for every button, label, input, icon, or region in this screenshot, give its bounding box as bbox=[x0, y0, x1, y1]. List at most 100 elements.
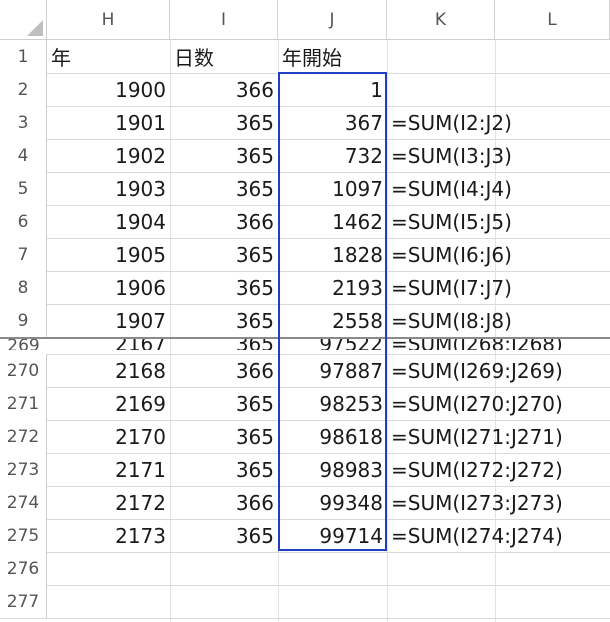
cell-j9[interactable]: 2558 bbox=[278, 304, 387, 337]
cell-j1[interactable]: 年開始 bbox=[278, 40, 387, 73]
cell-i5[interactable]: 365 bbox=[170, 172, 278, 205]
cell-h9[interactable]: 1907 bbox=[47, 304, 170, 337]
cell-j8[interactable]: 2193 bbox=[278, 271, 387, 304]
cell-j269-partial: 97522 bbox=[278, 338, 387, 350]
cell-h275[interactable]: 2173 bbox=[47, 519, 170, 552]
cell-k6[interactable]: =SUM(I5:J5) bbox=[387, 205, 512, 238]
cell-i9[interactable]: 365 bbox=[170, 304, 278, 337]
cell-i275[interactable]: 365 bbox=[170, 519, 278, 552]
cell-j6[interactable]: 1462 bbox=[278, 205, 387, 238]
cell-i7[interactable]: 365 bbox=[170, 238, 278, 271]
cell-h276[interactable] bbox=[47, 552, 170, 585]
cell-k3[interactable]: =SUM(I2:J2) bbox=[387, 106, 512, 139]
row-header-270[interactable]: 270 bbox=[0, 354, 47, 387]
cell-i277[interactable] bbox=[170, 585, 278, 618]
cell-i269-text: 365 bbox=[235, 338, 274, 350]
column-header-l[interactable]: L bbox=[495, 0, 610, 40]
row-header-273[interactable]: 273 bbox=[0, 453, 47, 486]
cell-i1[interactable]: 日数 bbox=[170, 40, 278, 73]
cell-i3[interactable]: 365 bbox=[170, 106, 278, 139]
cell-h271[interactable]: 2169 bbox=[47, 387, 170, 420]
cell-i276[interactable] bbox=[170, 552, 278, 585]
row-header-275[interactable]: 275 bbox=[0, 519, 47, 552]
cell-i273[interactable]: 365 bbox=[170, 453, 278, 486]
cell-h1[interactable]: 年 bbox=[47, 40, 170, 73]
row-header-272[interactable]: 272 bbox=[0, 420, 47, 453]
row-header-9[interactable]: 9 bbox=[0, 304, 47, 337]
cell-k273[interactable]: =SUM(I272:J272) bbox=[387, 453, 563, 486]
cell-h7[interactable]: 1905 bbox=[47, 238, 170, 271]
row-header-8[interactable]: 8 bbox=[0, 271, 47, 304]
cell-h273[interactable]: 2171 bbox=[47, 453, 170, 486]
cell-j273[interactable]: 98983 bbox=[278, 453, 387, 486]
cell-h4[interactable]: 1902 bbox=[47, 139, 170, 172]
cell-j274[interactable]: 99348 bbox=[278, 486, 387, 519]
cell-h269-text: 2167 bbox=[115, 338, 166, 350]
cell-h270[interactable]: 2168 bbox=[47, 354, 170, 387]
column-header-j[interactable]: J bbox=[278, 0, 387, 40]
column-header-i[interactable]: I bbox=[170, 0, 278, 40]
cell-i271[interactable]: 365 bbox=[170, 387, 278, 420]
cell-h5[interactable]: 1903 bbox=[47, 172, 170, 205]
cell-j3[interactable]: 367 bbox=[278, 106, 387, 139]
cell-j7[interactable]: 1828 bbox=[278, 238, 387, 271]
row-header-6[interactable]: 6 bbox=[0, 205, 47, 238]
cell-i2[interactable]: 366 bbox=[170, 73, 278, 106]
cell-j275[interactable]: 99714 bbox=[278, 519, 387, 552]
cell-j272[interactable]: 98618 bbox=[278, 420, 387, 453]
row-header-5[interactable]: 5 bbox=[0, 172, 47, 205]
cell-k275[interactable]: =SUM(I274:J274) bbox=[387, 519, 563, 552]
cell-k5[interactable]: =SUM(I4:J4) bbox=[387, 172, 512, 205]
cell-j4[interactable]: 732 bbox=[278, 139, 387, 172]
cell-i274[interactable]: 366 bbox=[170, 486, 278, 519]
cell-k272[interactable]: =SUM(I271:J271) bbox=[387, 420, 563, 453]
cell-k269-partial: =SUM(I268:J268) bbox=[387, 338, 610, 350]
row-header-7[interactable]: 7 bbox=[0, 238, 47, 271]
cell-j2[interactable]: 1 bbox=[278, 73, 387, 106]
cell-i6[interactable]: 366 bbox=[170, 205, 278, 238]
row-header-276[interactable]: 276 bbox=[0, 552, 47, 585]
cell-k277[interactable] bbox=[387, 585, 495, 618]
cell-k9[interactable]: =SUM(I8:J8) bbox=[387, 304, 512, 337]
cell-i269-partial: 365 bbox=[170, 338, 278, 350]
cell-k7[interactable]: =SUM(I6:J6) bbox=[387, 238, 512, 271]
row-header-4[interactable]: 4 bbox=[0, 139, 47, 172]
spreadsheet-grid[interactable]: H I J K L 1 年日数 年開始 2 1900 366 1 3 1901 365 367 =SUM(I2:… bbox=[0, 0, 610, 622]
cell-i4[interactable]: 365 bbox=[170, 139, 278, 172]
column-header-h[interactable]: H bbox=[47, 0, 170, 40]
cell-h2[interactable]: 1900 bbox=[47, 73, 170, 106]
cell-j271[interactable]: 98253 bbox=[278, 387, 387, 420]
gridline-horizontal bbox=[0, 618, 610, 619]
cell-j277[interactable] bbox=[278, 585, 387, 618]
cell-k4[interactable]: =SUM(I3:J3) bbox=[387, 139, 512, 172]
row-header-3[interactable]: 3 bbox=[0, 106, 47, 139]
row-header-271[interactable]: 271 bbox=[0, 387, 47, 420]
row-header-1[interactable]: 1 bbox=[0, 40, 47, 73]
cell-k2[interactable] bbox=[387, 73, 495, 106]
cell-h8[interactable]: 1906 bbox=[47, 271, 170, 304]
cell-h6[interactable]: 1904 bbox=[47, 205, 170, 238]
cell-i8[interactable]: 365 bbox=[170, 271, 278, 304]
row-header-269-partial: 269 bbox=[0, 338, 47, 350]
select-all-corner[interactable] bbox=[0, 0, 47, 40]
cell-k271[interactable]: =SUM(I270:J270) bbox=[387, 387, 563, 420]
cell-k276[interactable] bbox=[387, 552, 495, 585]
cell-k8[interactable]: =SUM(I7:J7) bbox=[387, 271, 512, 304]
cell-h277[interactable] bbox=[47, 585, 170, 618]
cell-h272[interactable]: 2170 bbox=[47, 420, 170, 453]
cell-j5[interactable]: 1097 bbox=[278, 172, 387, 205]
freeze-pane-divider[interactable] bbox=[0, 337, 610, 339]
row-header-277[interactable]: 277 bbox=[0, 585, 47, 618]
cell-k270[interactable]: =SUM(I269:J269) bbox=[387, 354, 563, 387]
column-header-k[interactable]: K bbox=[387, 0, 495, 40]
row-header-2[interactable]: 2 bbox=[0, 73, 47, 106]
cell-h274[interactable]: 2172 bbox=[47, 486, 170, 519]
cell-j276[interactable] bbox=[278, 552, 387, 585]
cell-k274[interactable]: =SUM(I273:J273) bbox=[387, 486, 563, 519]
row-header-274[interactable]: 274 bbox=[0, 486, 47, 519]
select-all-triangle-icon bbox=[27, 20, 43, 36]
cell-j270[interactable]: 97887 bbox=[278, 354, 387, 387]
cell-i270[interactable]: 366 bbox=[170, 354, 278, 387]
cell-i272[interactable]: 365 bbox=[170, 420, 278, 453]
cell-h3[interactable]: 1901 bbox=[47, 106, 170, 139]
